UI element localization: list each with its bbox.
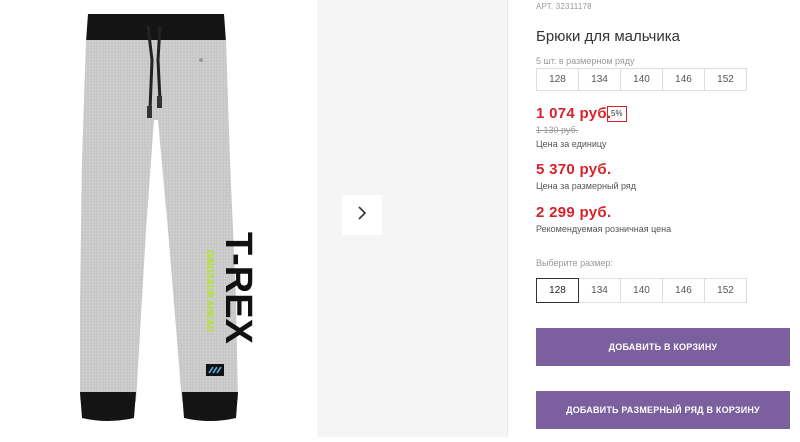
add-size-row-to-cart-button[interactable]: ДОБАВИТЬ РАЗМЕРНЫЙ РЯД В КОРЗИНУ (536, 391, 790, 429)
retail-price-caption: Рекомендуемая розничная цена (536, 224, 672, 234)
size-option-128[interactable]: 128 (536, 278, 579, 303)
old-price: 1 130 руб. (536, 125, 579, 135)
size-row-hint: 5 шт. в размерном ряду (536, 56, 635, 66)
row-price: 5 370 руб. (536, 161, 612, 178)
svg-text:T-REX: T-REX (217, 232, 259, 345)
product-title: Брюки для мальчика (536, 28, 680, 45)
size-selector: 128 134 140 146 152 (536, 278, 747, 303)
size-row-item: 134 (578, 68, 621, 91)
add-to-cart-button[interactable]: ДОБАВИТЬ В КОРЗИНУ (536, 328, 790, 366)
size-option-146[interactable]: 146 (662, 278, 705, 303)
product-photo: T-REX DINOSAUR AHEAD (0, 0, 310, 437)
retail-price: 2 299 руб. (536, 204, 612, 221)
pants-image: T-REX DINOSAUR AHEAD (80, 14, 259, 421)
size-row-item: 152 (704, 68, 747, 91)
size-select-label: Выберите размер: (536, 258, 613, 268)
unit-price: 1 074 руб. (536, 105, 612, 122)
size-row-item: 140 (620, 68, 663, 91)
chevron-right-icon (356, 205, 368, 226)
row-price-caption: Цена за размерный ряд (536, 181, 637, 191)
size-row-item: 128 (536, 68, 579, 91)
gallery-next-button[interactable] (342, 195, 382, 235)
divider (507, 0, 508, 437)
size-row-item: 146 (662, 68, 705, 91)
sku-label: АРТ. 32311178 (536, 2, 592, 11)
discount-badge: 5% (607, 106, 627, 122)
svg-text:DINOSAUR AHEAD: DINOSAUR AHEAD (205, 250, 215, 333)
size-option-134[interactable]: 134 (578, 278, 621, 303)
size-option-140[interactable]: 140 (620, 278, 663, 303)
size-row-list: 128 134 140 146 152 (536, 68, 747, 91)
size-option-152[interactable]: 152 (704, 278, 747, 303)
unit-price-caption: Цена за единицу (536, 139, 607, 149)
